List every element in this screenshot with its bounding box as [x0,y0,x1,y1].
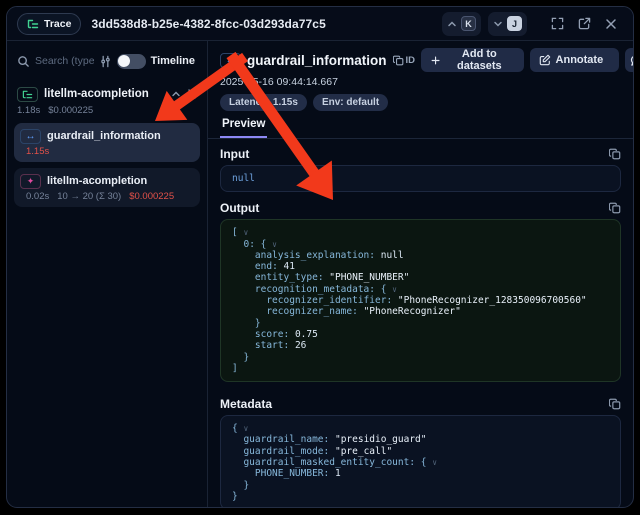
annotate-pencil-icon [539,54,551,66]
copy-output-button[interactable] [609,202,621,214]
input-code-block: null [220,165,621,192]
shortcut-key-k: K [461,16,476,31]
tabs-row: Preview [208,118,633,139]
chevron-up-icon [447,19,457,29]
trace-id: 3dd538d8-b25e-4382-8fcc-03d293da77c5 [91,17,432,31]
metadata-code-block: { ∨ guardrail_name: "presidio_guard" gua… [220,415,621,507]
copy-icon [609,202,621,214]
filter-icon[interactable] [99,55,112,68]
trace-tree-icon [27,18,39,30]
topbar-actions: K J [442,12,621,36]
metadata-section-title: Metadata [220,397,272,411]
observation-timestamp: 2025-05-16 09:44:14.667 [208,76,633,89]
annotate-split-button: Annotate [530,48,619,72]
tree-root-item[interactable]: litellm-acompletion [7,85,207,103]
comments-button[interactable] [625,48,634,72]
input-section-title: Input [220,147,249,161]
item-tokens: 10 → 20 (Σ 30) [57,191,121,202]
copy-icon [609,148,621,160]
external-link-icon [578,17,591,30]
observation-detail-panel: ↔ guardrail_information ID Add to datase… [208,41,633,507]
latency-badge: Latency: 1.15s [220,94,307,111]
open-external-button[interactable] [574,14,594,34]
annotate-label: Annotate [556,54,604,66]
trace-detail-window: Trace 3dd538d8-b25e-4382-8fcc-03d293da77… [6,6,634,508]
tree-root-label: litellm-acompletion [44,88,165,100]
swap-arrows-icon: ↔ [220,53,241,68]
comment-icon [630,54,634,67]
swap-arrows-icon: ↔ [20,129,41,144]
copy-icon [393,55,404,66]
search-icon [17,55,30,68]
tree-item-label: guardrail_information [47,130,161,142]
item-latency: 0.02s [26,191,49,202]
copy-icon [609,398,621,410]
tab-preview[interactable]: Preview [220,118,267,138]
annotate-button[interactable]: Annotate [530,48,613,72]
chevron-down-icon [493,19,503,29]
topbar: Trace 3dd538d8-b25e-4382-8fcc-03d293da77… [7,7,633,41]
id-label: ID [406,55,416,66]
search-input[interactable] [35,55,94,67]
root-latency: 1.18s [17,105,40,117]
unfold-less-icon [187,89,197,99]
maximize-icon [551,17,564,30]
nav-previous-button[interactable]: K [442,12,481,36]
trace-type-badge: Trace [17,13,81,35]
close-button[interactable] [601,14,621,34]
observation-title: guardrail_information [247,53,387,68]
item-cost: $0.000225 [129,191,174,202]
trace-badge-label: Trace [44,18,71,30]
tree-root-metrics: 1.18s $0.000225 [7,103,207,117]
plus-icon [431,55,440,66]
add-to-datasets-button[interactable]: Add to datasets [421,48,524,72]
annotate-menu-button[interactable] [612,48,619,72]
copy-id-button[interactable]: ID [393,55,416,66]
copy-input-button[interactable] [609,148,621,160]
copy-metadata-button[interactable] [609,398,621,410]
observation-header: ↔ guardrail_information ID Add to datase… [208,48,633,72]
output-code-block: [ ∨ 0: { ∨ analysis_explanation: null en… [220,219,621,382]
tree-item-label: litellm-acompletion [47,175,147,187]
collapse-all-button[interactable] [171,89,181,99]
shortcut-key-j: J [507,16,522,31]
close-icon [605,18,617,30]
fold-tree-button[interactable] [187,89,197,99]
tree-item-litellm-acompletion[interactable]: ✦ litellm-acompletion 0.02s 10 → 20 (Σ 3… [14,168,200,207]
badges-row: Latency: 1.15s Env: default [208,94,633,111]
preview-panel: Input null Output [ [208,139,633,507]
sparkle-icon: ✦ [20,174,41,189]
nav-next-button[interactable]: J [488,12,527,36]
output-section-title: Output [220,201,259,215]
tree-item-guardrail-information[interactable]: ↔ guardrail_information 1.15s [14,123,200,162]
maximize-button[interactable] [547,14,567,34]
list-tree-icon [17,87,38,102]
env-badge: Env: default [313,94,388,111]
item-latency: 1.15s [26,146,49,157]
timeline-label: Timeline [151,55,197,67]
timeline-toggle[interactable] [117,54,146,69]
chevron-up-icon [171,89,181,99]
root-cost: $0.000225 [48,105,93,117]
add-to-datasets-label: Add to datasets [445,48,513,72]
search-row: Timeline [7,49,207,73]
trace-tree-sidebar: Timeline litellm-acompletion 1.18s $ [7,41,208,507]
